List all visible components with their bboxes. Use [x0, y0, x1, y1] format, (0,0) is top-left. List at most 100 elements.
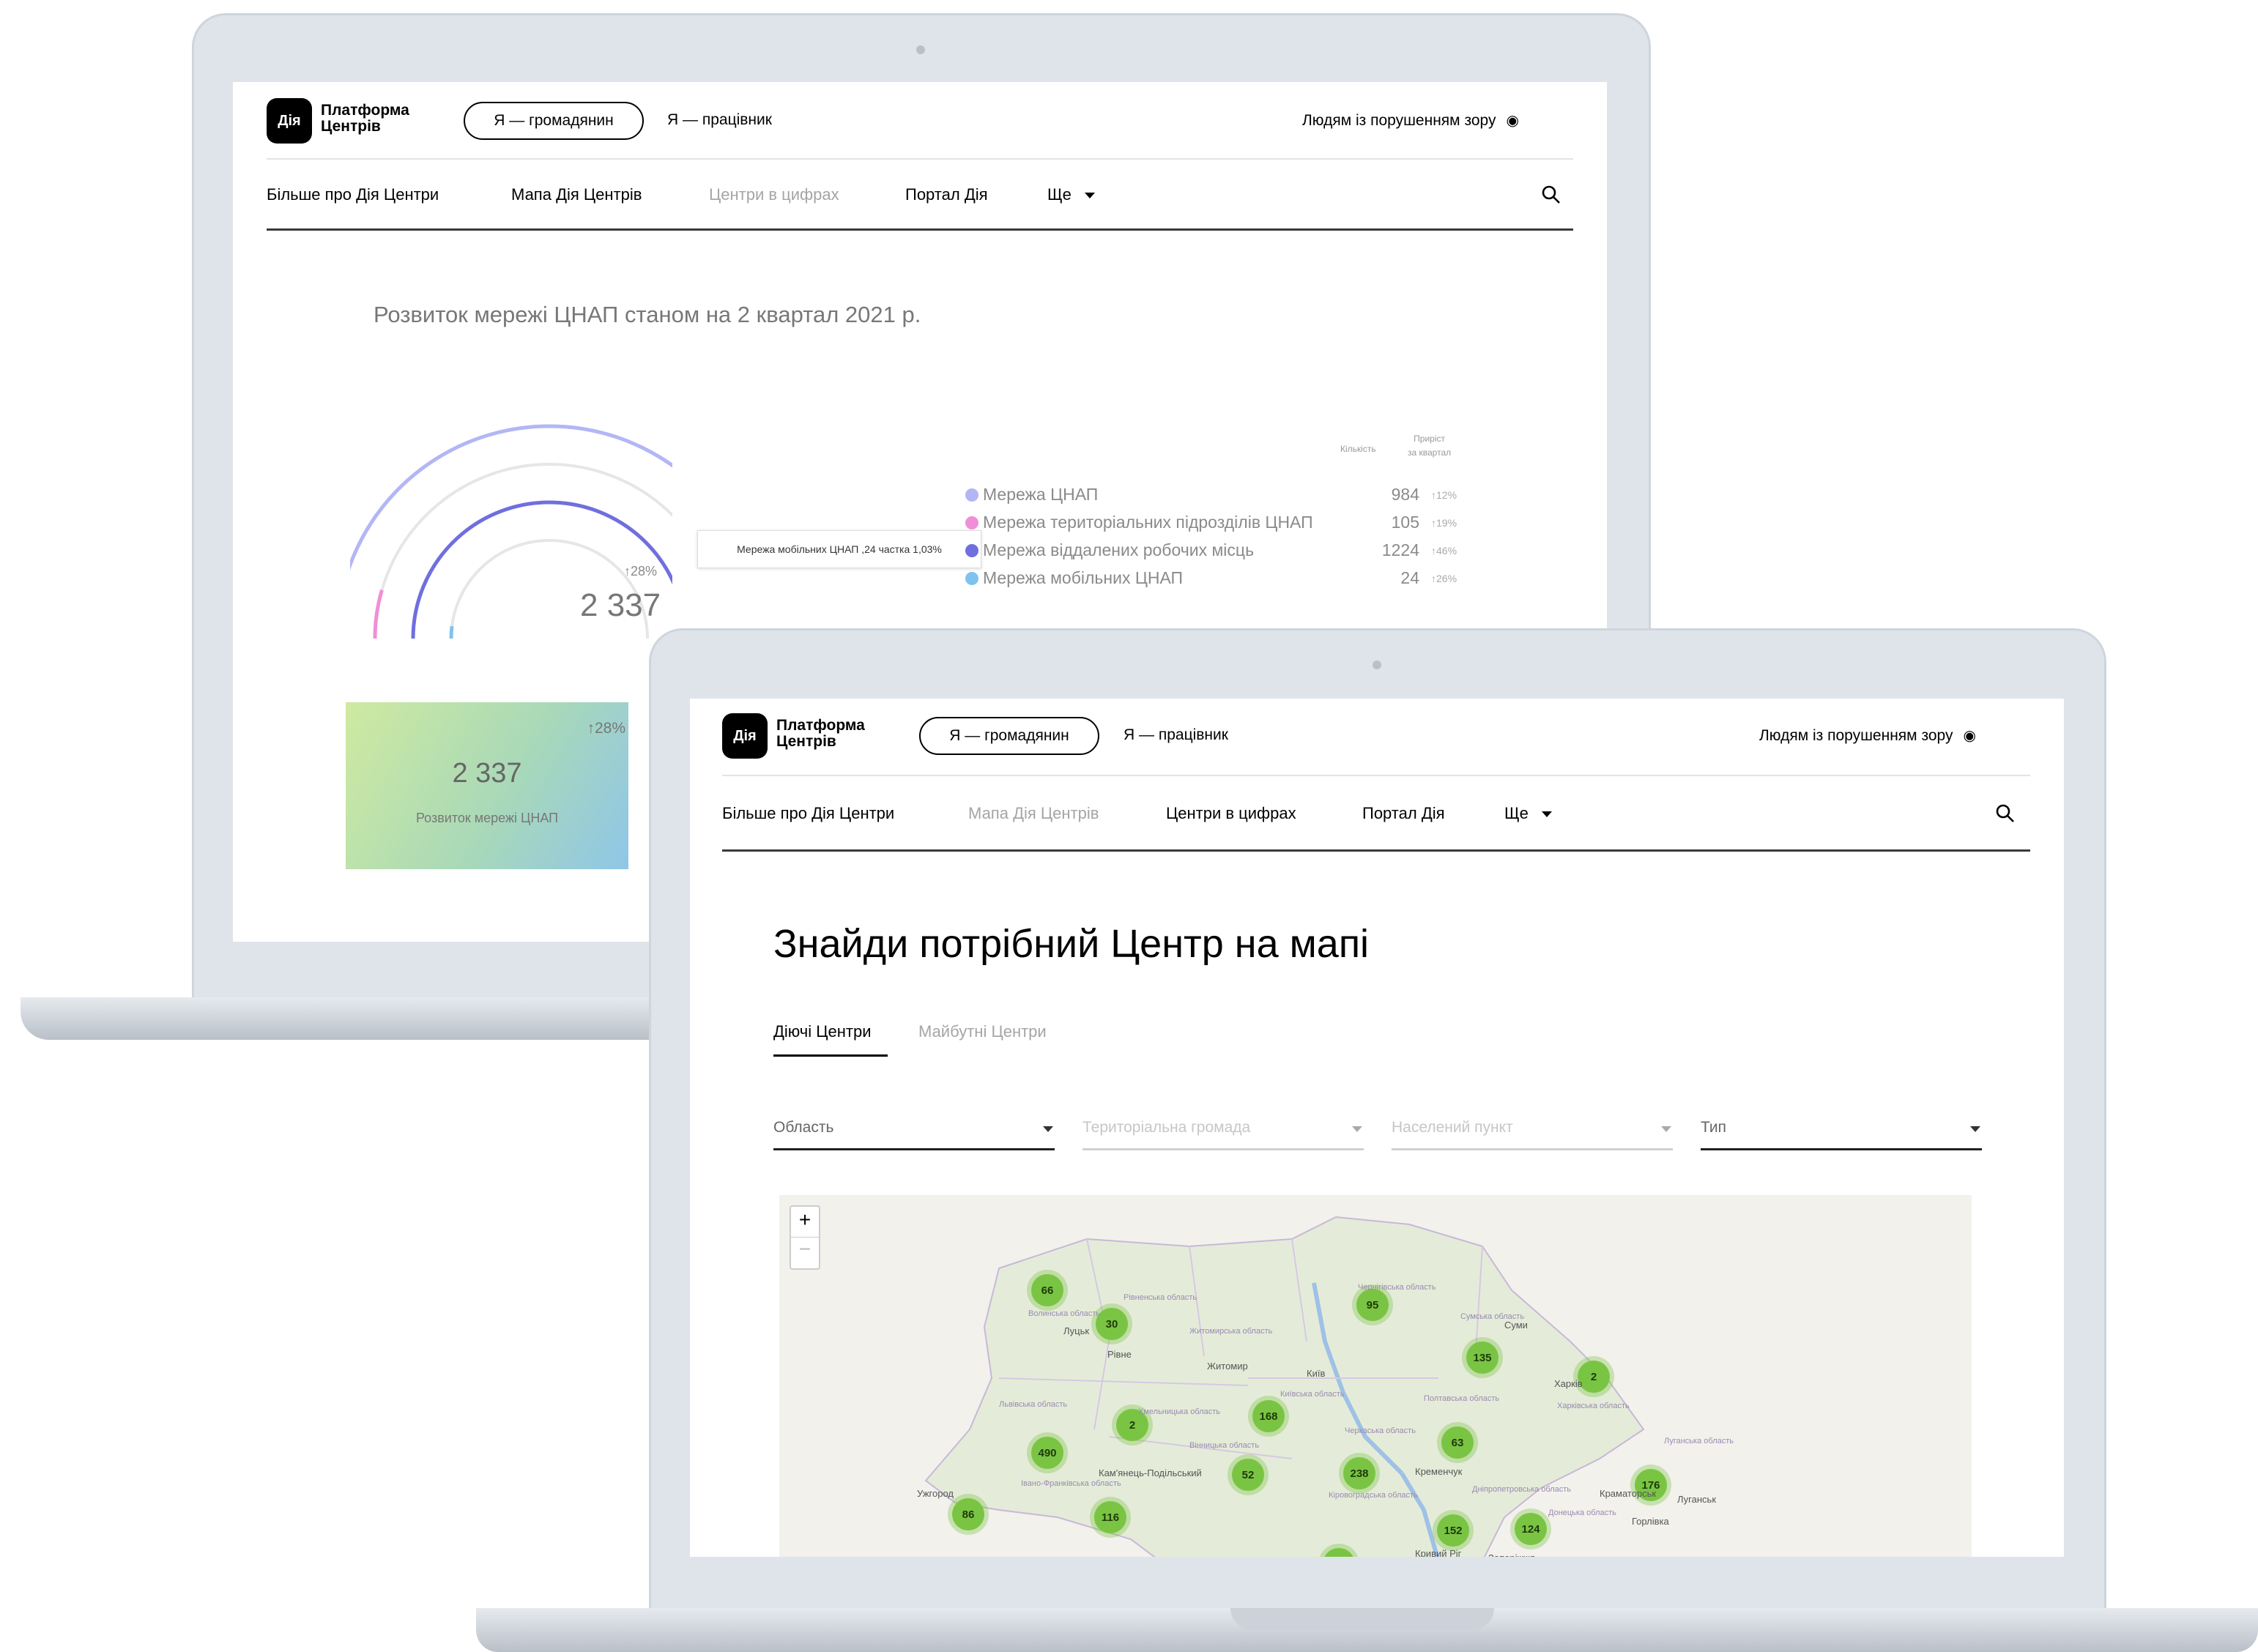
card-label: Розвиток мережі ЦНАП	[415, 811, 559, 825]
map-region-label: Вінницька область	[1189, 1441, 1260, 1450]
platform-title: Платформа Центрів	[321, 102, 409, 135]
citizen-button[interactable]: Я — громадянин	[919, 717, 1099, 755]
eye-icon: ◉	[1506, 113, 1519, 129]
tab-active-centers[interactable]: Діючі Центри	[773, 1022, 872, 1041]
map-cluster-marker[interactable]: 86	[952, 1498, 984, 1530]
map-cluster-marker[interactable]: 238	[1343, 1457, 1375, 1489]
map-region-label: Київська область	[1280, 1390, 1345, 1399]
back-laptop-camera	[916, 45, 925, 54]
map-cluster-marker[interactable]: 63	[1441, 1426, 1474, 1459]
filter-type-underline	[1701, 1148, 1982, 1150]
section-title: Розвиток мережі ЦНАП станом на 2 квартал…	[374, 302, 921, 327]
legend-growth: ↑12%	[1431, 489, 1457, 501]
front-screen: Дія Платформа Центрів Я — громадянин Я — …	[690, 699, 2064, 1557]
map-city-label: Ужгород	[917, 1488, 954, 1499]
map-cluster-marker[interactable]: 124	[1515, 1513, 1547, 1545]
map-region-label: Сумська область	[1460, 1312, 1525, 1321]
accessibility-link[interactable]: Людям із порушенням зору ◉	[1302, 111, 1519, 130]
centers-map[interactable]: + − 66 30 95 135 2 168 2 63 490 52 238 176 116 86 152 1…	[779, 1195, 1972, 1557]
chevron-down-icon	[1661, 1126, 1671, 1132]
legend-label: Мережа мобільних ЦНАП	[983, 568, 1184, 587]
zoom-control: + −	[790, 1205, 820, 1270]
map-region-label: Кіровоградська область	[1329, 1491, 1418, 1500]
map-city-label: Кам'янець-Подільський	[1099, 1467, 1202, 1478]
map-region-label: Чернігівська область	[1358, 1283, 1436, 1292]
card-total: 2 337	[452, 758, 522, 789]
front-laptop-camera	[1373, 661, 1381, 669]
dia-logo[interactable]: Дія	[267, 98, 312, 144]
network-donut-chart	[350, 424, 672, 639]
map-region-label: Івано-Франківська область	[1021, 1479, 1121, 1488]
legend-growth: ↑26%	[1431, 573, 1457, 584]
map-city-label: Житомир	[1207, 1361, 1248, 1372]
filter-region-label: Область	[773, 1119, 834, 1136]
map-city-label: Кривий Ріг	[1415, 1548, 1462, 1557]
zoom-out-button[interactable]: −	[791, 1238, 819, 1261]
map-cluster-marker[interactable]: 66	[1031, 1274, 1063, 1306]
map-city-label: Запоріжжя	[1488, 1552, 1535, 1557]
legend-value: 24	[1400, 568, 1419, 587]
donut-arc-4[interactable]	[449, 625, 454, 639]
legend-growth: ↑46%	[1431, 545, 1457, 557]
chevron-down-icon	[1084, 193, 1095, 199]
dia-logo[interactable]: Дія	[722, 713, 768, 759]
search-icon[interactable]	[1995, 803, 2016, 824]
nav-map[interactable]: Мапа Дія Центрів	[968, 804, 1099, 823]
chart-tooltip: Мережа мобільних ЦНАП ,24 частка 1,03%	[697, 530, 981, 568]
map-region-label: Дніпропетровська область	[1472, 1485, 1572, 1494]
map-region-label: Рівненська область	[1124, 1293, 1197, 1302]
legend-dot	[965, 572, 978, 585]
filter-region-underline	[773, 1148, 1055, 1150]
map-cluster-marker[interactable]: 168	[1252, 1400, 1285, 1432]
donut-arc-2[interactable]	[373, 589, 384, 639]
map-city-label: Краматорськ	[1600, 1488, 1657, 1499]
legend-growth: ↑19%	[1431, 517, 1457, 529]
map-cluster-marker[interactable]: 135	[1466, 1342, 1498, 1374]
map-cluster-marker[interactable]: 116	[1094, 1501, 1126, 1533]
nav-more[interactable]: Ще	[1047, 185, 1095, 204]
nav-divider	[267, 228, 1573, 231]
donut-total: 2 337	[580, 587, 661, 623]
header-divider	[722, 775, 2030, 776]
nav-more[interactable]: Ще	[1504, 804, 1552, 823]
citizen-button[interactable]: Я — громадянин	[464, 102, 644, 140]
worker-link[interactable]: Я — працівник	[667, 111, 772, 129]
map-city-label: Рівне	[1107, 1349, 1132, 1360]
legend-label: Мережа територіальних підрозділів ЦНАП	[983, 513, 1313, 532]
worker-link[interactable]: Я — працівник	[1124, 726, 1228, 744]
map-region-label: Харківська область	[1557, 1402, 1630, 1410]
zoom-in-button[interactable]: +	[791, 1208, 819, 1232]
accessibility-link[interactable]: Людям із порушенням зору ◉	[1759, 726, 1976, 745]
filter-community-underline	[1082, 1148, 1364, 1150]
nav-portal[interactable]: Портал Дія	[1362, 804, 1445, 823]
nav-map[interactable]: Мапа Дія Центрів	[511, 185, 642, 204]
map-city-label: Луцьк	[1063, 1325, 1090, 1336]
map-cluster-marker[interactable]: 30	[1096, 1308, 1128, 1340]
map-cluster-marker[interactable]: 152	[1437, 1514, 1469, 1547]
legend-dot	[965, 488, 978, 502]
tab-future-centers[interactable]: Майбутні Центри	[918, 1022, 1047, 1041]
map-region-label: Черкаська область	[1345, 1426, 1416, 1435]
nav-divider	[722, 849, 2030, 852]
map-cluster-marker[interactable]: 52	[1232, 1459, 1264, 1491]
map-cluster-marker[interactable]: 490	[1031, 1437, 1063, 1469]
front-laptop-notch	[1230, 1608, 1494, 1630]
page-title: Знайди потрібний Центр на мапі	[773, 922, 1370, 966]
nav-numbers[interactable]: Центри в цифрах	[1166, 804, 1296, 823]
network-summary-card[interactable]: ↑28% 2 337 Розвиток мережі ЦНАП	[346, 702, 628, 869]
tab-active-indicator	[773, 1054, 888, 1057]
legend-dot	[965, 516, 978, 529]
eye-icon: ◉	[1963, 728, 1976, 744]
nav-about[interactable]: Більше про Дія Центри	[267, 185, 439, 204]
chevron-down-icon	[1541, 811, 1552, 818]
nav-about[interactable]: Більше про Дія Центри	[722, 804, 894, 823]
legend-label: Мережа ЦНАП	[983, 485, 1099, 504]
map-region-label: Львівська область	[999, 1400, 1068, 1409]
nav-portal[interactable]: Портал Дія	[905, 185, 988, 204]
nav-numbers[interactable]: Центри в цифрах	[709, 185, 839, 204]
map-region-label: Донецька область	[1548, 1508, 1616, 1517]
map-cluster-marker[interactable]: 95	[1356, 1289, 1389, 1321]
map-region-label: Волинська область	[1028, 1309, 1101, 1318]
search-icon[interactable]	[1541, 185, 1561, 205]
map-city-label: Луганськ	[1677, 1494, 1717, 1505]
